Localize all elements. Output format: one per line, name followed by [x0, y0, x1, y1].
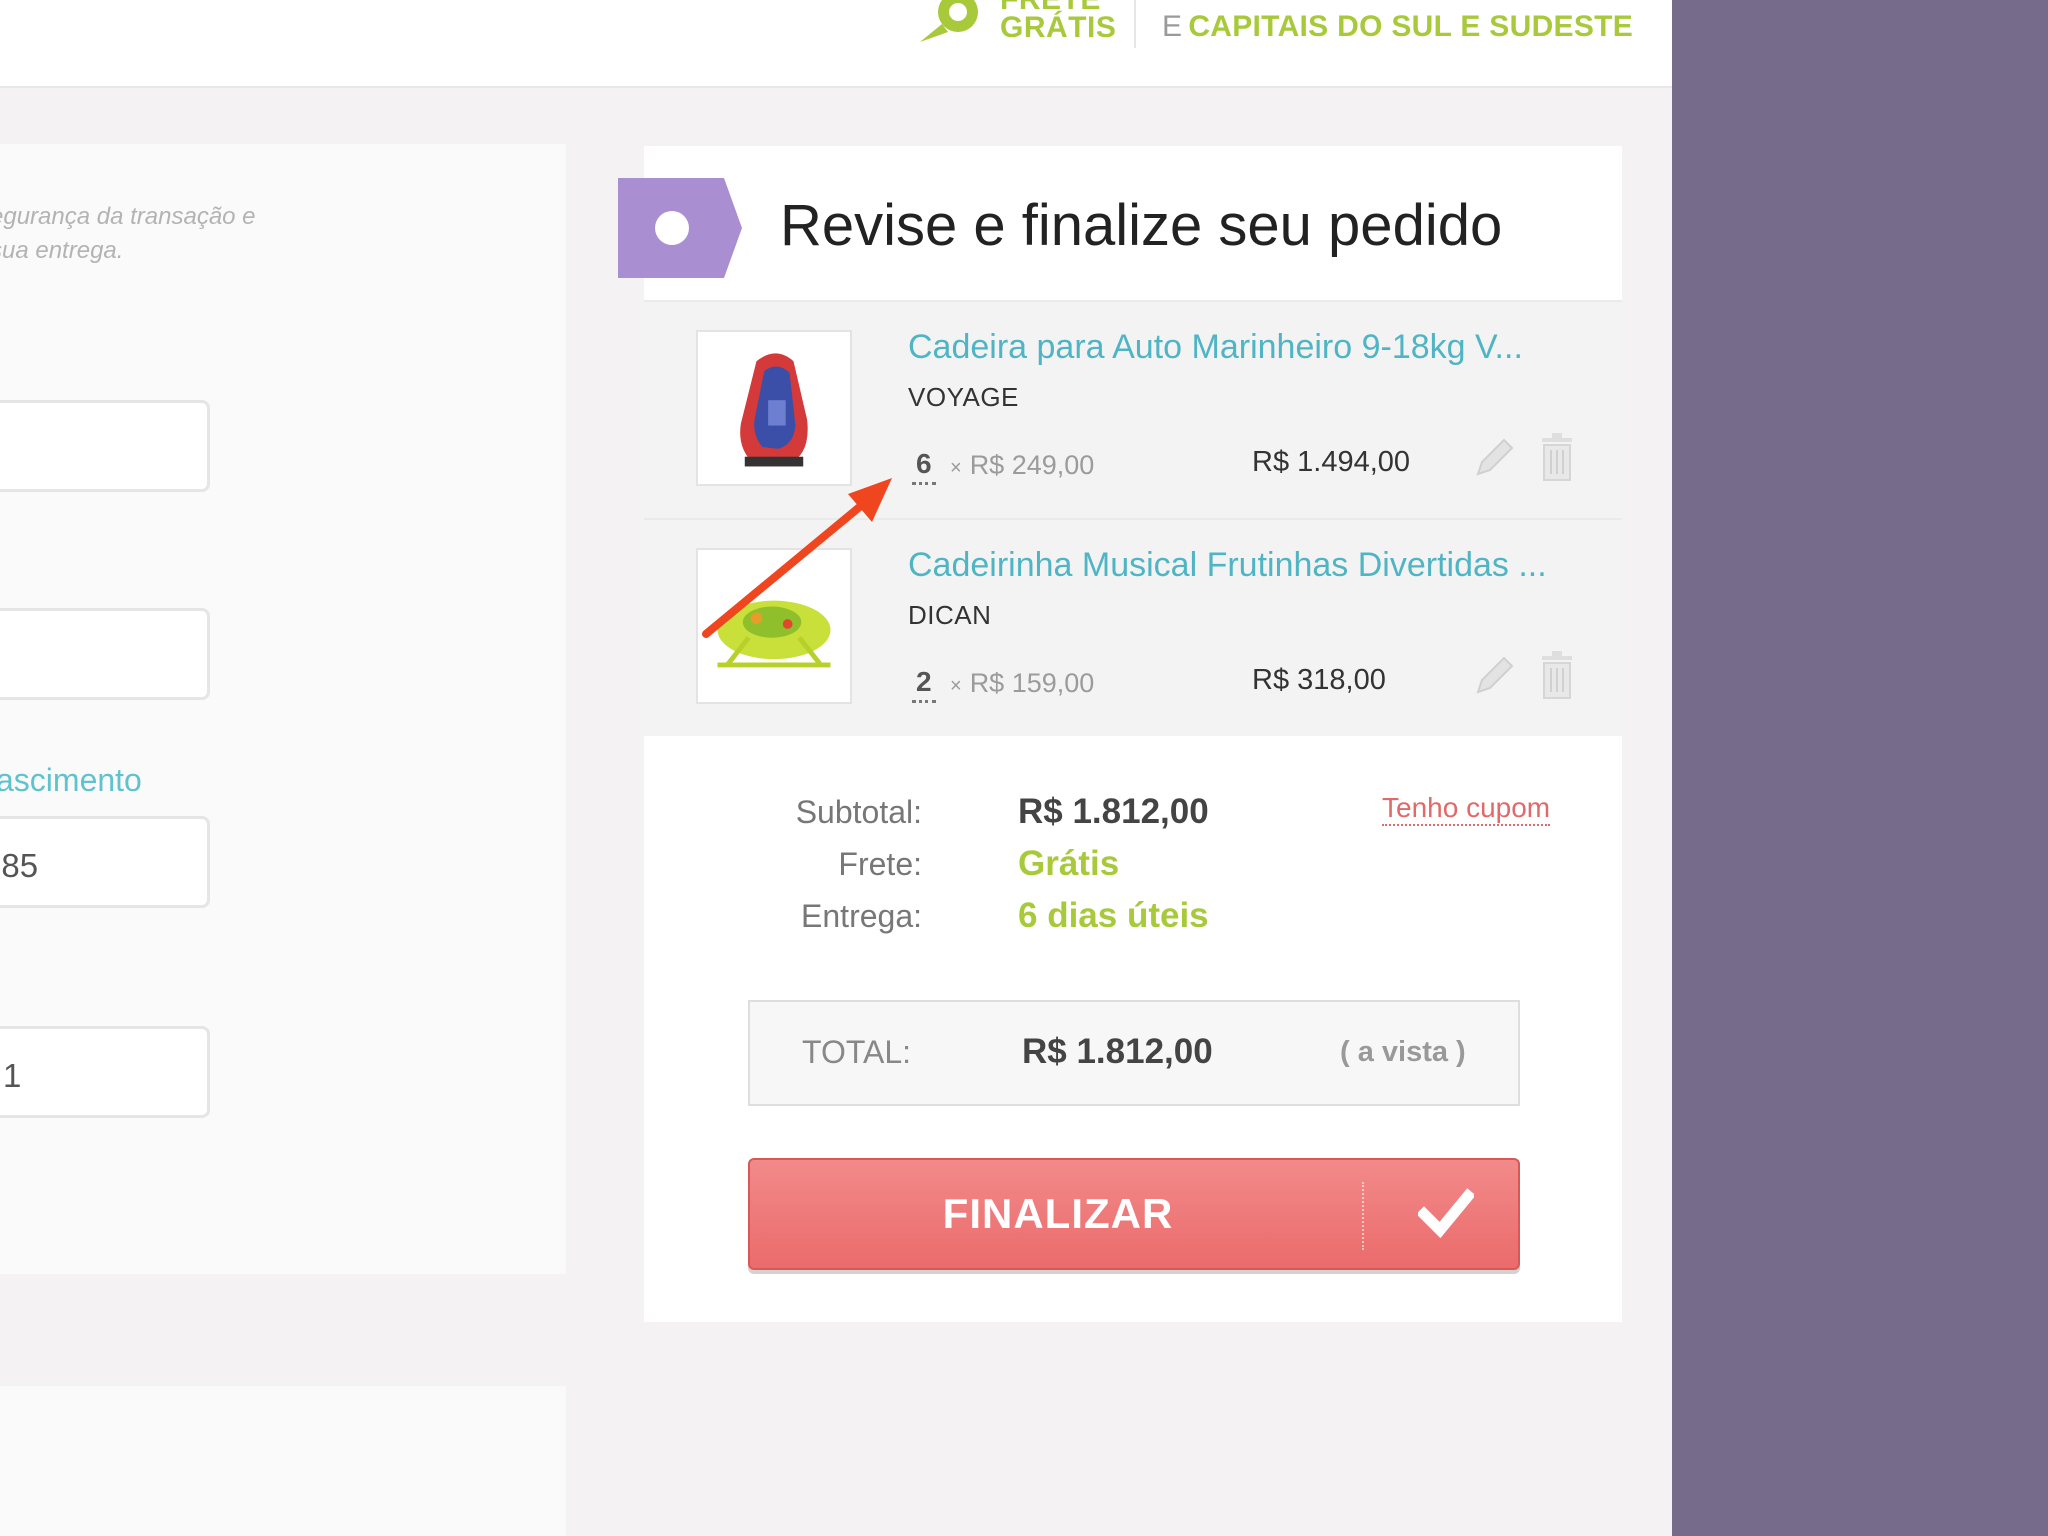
free-shipping-title: FRETE GRÁTIS — [1000, 0, 1117, 44]
total-box: TOTAL: R$ 1.812,00 ( a vista ) — [748, 1000, 1520, 1106]
car-seat-image[interactable] — [696, 330, 852, 486]
bouncer-image[interactable] — [696, 548, 852, 704]
birth-date-field[interactable]: 985 — [0, 816, 210, 908]
shipping-label: Frete: — [838, 846, 922, 882]
coupon-link[interactable]: Tenho cupom — [1382, 792, 1551, 826]
delivery-row: Entrega: 6 dias úteis — [644, 896, 1622, 950]
item-title-link[interactable]: Cadeira para Auto Marinheiro 9-18kg V... — [908, 328, 1523, 367]
order-header: Revise e finalize seu pedido — [618, 146, 1622, 300]
finalize-label: FINALIZAR — [942, 1190, 1174, 1237]
order-item: Cadeirinha Musical Frutinhas Divertidas … — [644, 518, 1622, 736]
line-total: R$ 1.494,00 — [1252, 446, 1411, 478]
birth-date-value: 985 — [0, 847, 39, 884]
free-shipping-logo-icon — [920, 0, 978, 42]
form-field-4-value: 1 — [3, 1057, 22, 1094]
birth-date-label: ascimento — [0, 762, 142, 798]
line-total: R$ 318,00 — [1252, 664, 1386, 696]
form-field-4[interactable]: 1 — [0, 1026, 210, 1118]
payment-note: ( a vista ) — [1340, 1036, 1466, 1068]
finalize-button[interactable]: FINALIZAR — [748, 1158, 1520, 1270]
order-items-list: Cadeira para Auto Marinheiro 9-18kg V...… — [644, 300, 1622, 736]
unit-price: × R$ 159,00 — [950, 668, 1095, 698]
unit-price: × R$ 249,00 — [950, 450, 1095, 480]
bouncer-icon — [717, 600, 831, 668]
form-field-1[interactable] — [0, 400, 210, 492]
item-brand: DICAN — [908, 600, 992, 630]
pencil-icon[interactable] — [1470, 434, 1518, 482]
banner-divider — [1134, 0, 1136, 48]
left-form-panel: egurança da transação e sua entrega. asc… — [0, 144, 566, 1274]
total-label: TOTAL: — [802, 1034, 912, 1070]
trash-icon[interactable] — [1538, 432, 1576, 482]
security-note: egurança da transação e sua entrega. — [0, 203, 256, 264]
order-review-card: Revise e finalize seu pedido Cadeira par… — [618, 146, 1622, 1322]
tag-icon — [618, 178, 742, 278]
free-shipping-region: E CAPITAIS DO SUL E SUDESTE — [1162, 10, 1634, 43]
trash-icon[interactable] — [1538, 650, 1576, 700]
subtotal-value: R$ 1.812,00 — [1018, 792, 1209, 831]
check-icon — [1418, 1188, 1474, 1238]
car-seat-icon — [740, 353, 808, 467]
total-value: R$ 1.812,00 — [1022, 1032, 1213, 1071]
quantity-editor[interactable]: 2 — [912, 666, 936, 703]
left-lower-panel — [0, 1386, 566, 1536]
shipping-value: Grátis — [1018, 844, 1120, 883]
delivery-value: 6 dias úteis — [1018, 896, 1209, 935]
top-bar: FRETE GRÁTIS ECAPITAIS DO SUL E SUDESTE — [0, 0, 1672, 88]
pencil-icon[interactable] — [1470, 652, 1518, 700]
order-item: Cadeira para Auto Marinheiro 9-18kg V...… — [644, 302, 1622, 518]
shipping-row: Frete: Grátis — [644, 844, 1622, 898]
form-field-2[interactable] — [0, 608, 210, 700]
checkout-page: FRETE GRÁTIS ECAPITAIS DO SUL E SUDESTE … — [0, 0, 1672, 1536]
order-title: Revise e finalize seu pedido — [780, 193, 1503, 258]
subtotal-label: Subtotal: — [795, 794, 922, 830]
quantity-editor[interactable]: 6 — [912, 448, 936, 485]
button-divider — [1362, 1182, 1364, 1250]
delivery-label: Entrega: — [801, 898, 922, 934]
item-title-link[interactable]: Cadeirinha Musical Frutinhas Divertidas … — [908, 546, 1547, 585]
item-brand: VOYAGE — [908, 382, 1019, 412]
